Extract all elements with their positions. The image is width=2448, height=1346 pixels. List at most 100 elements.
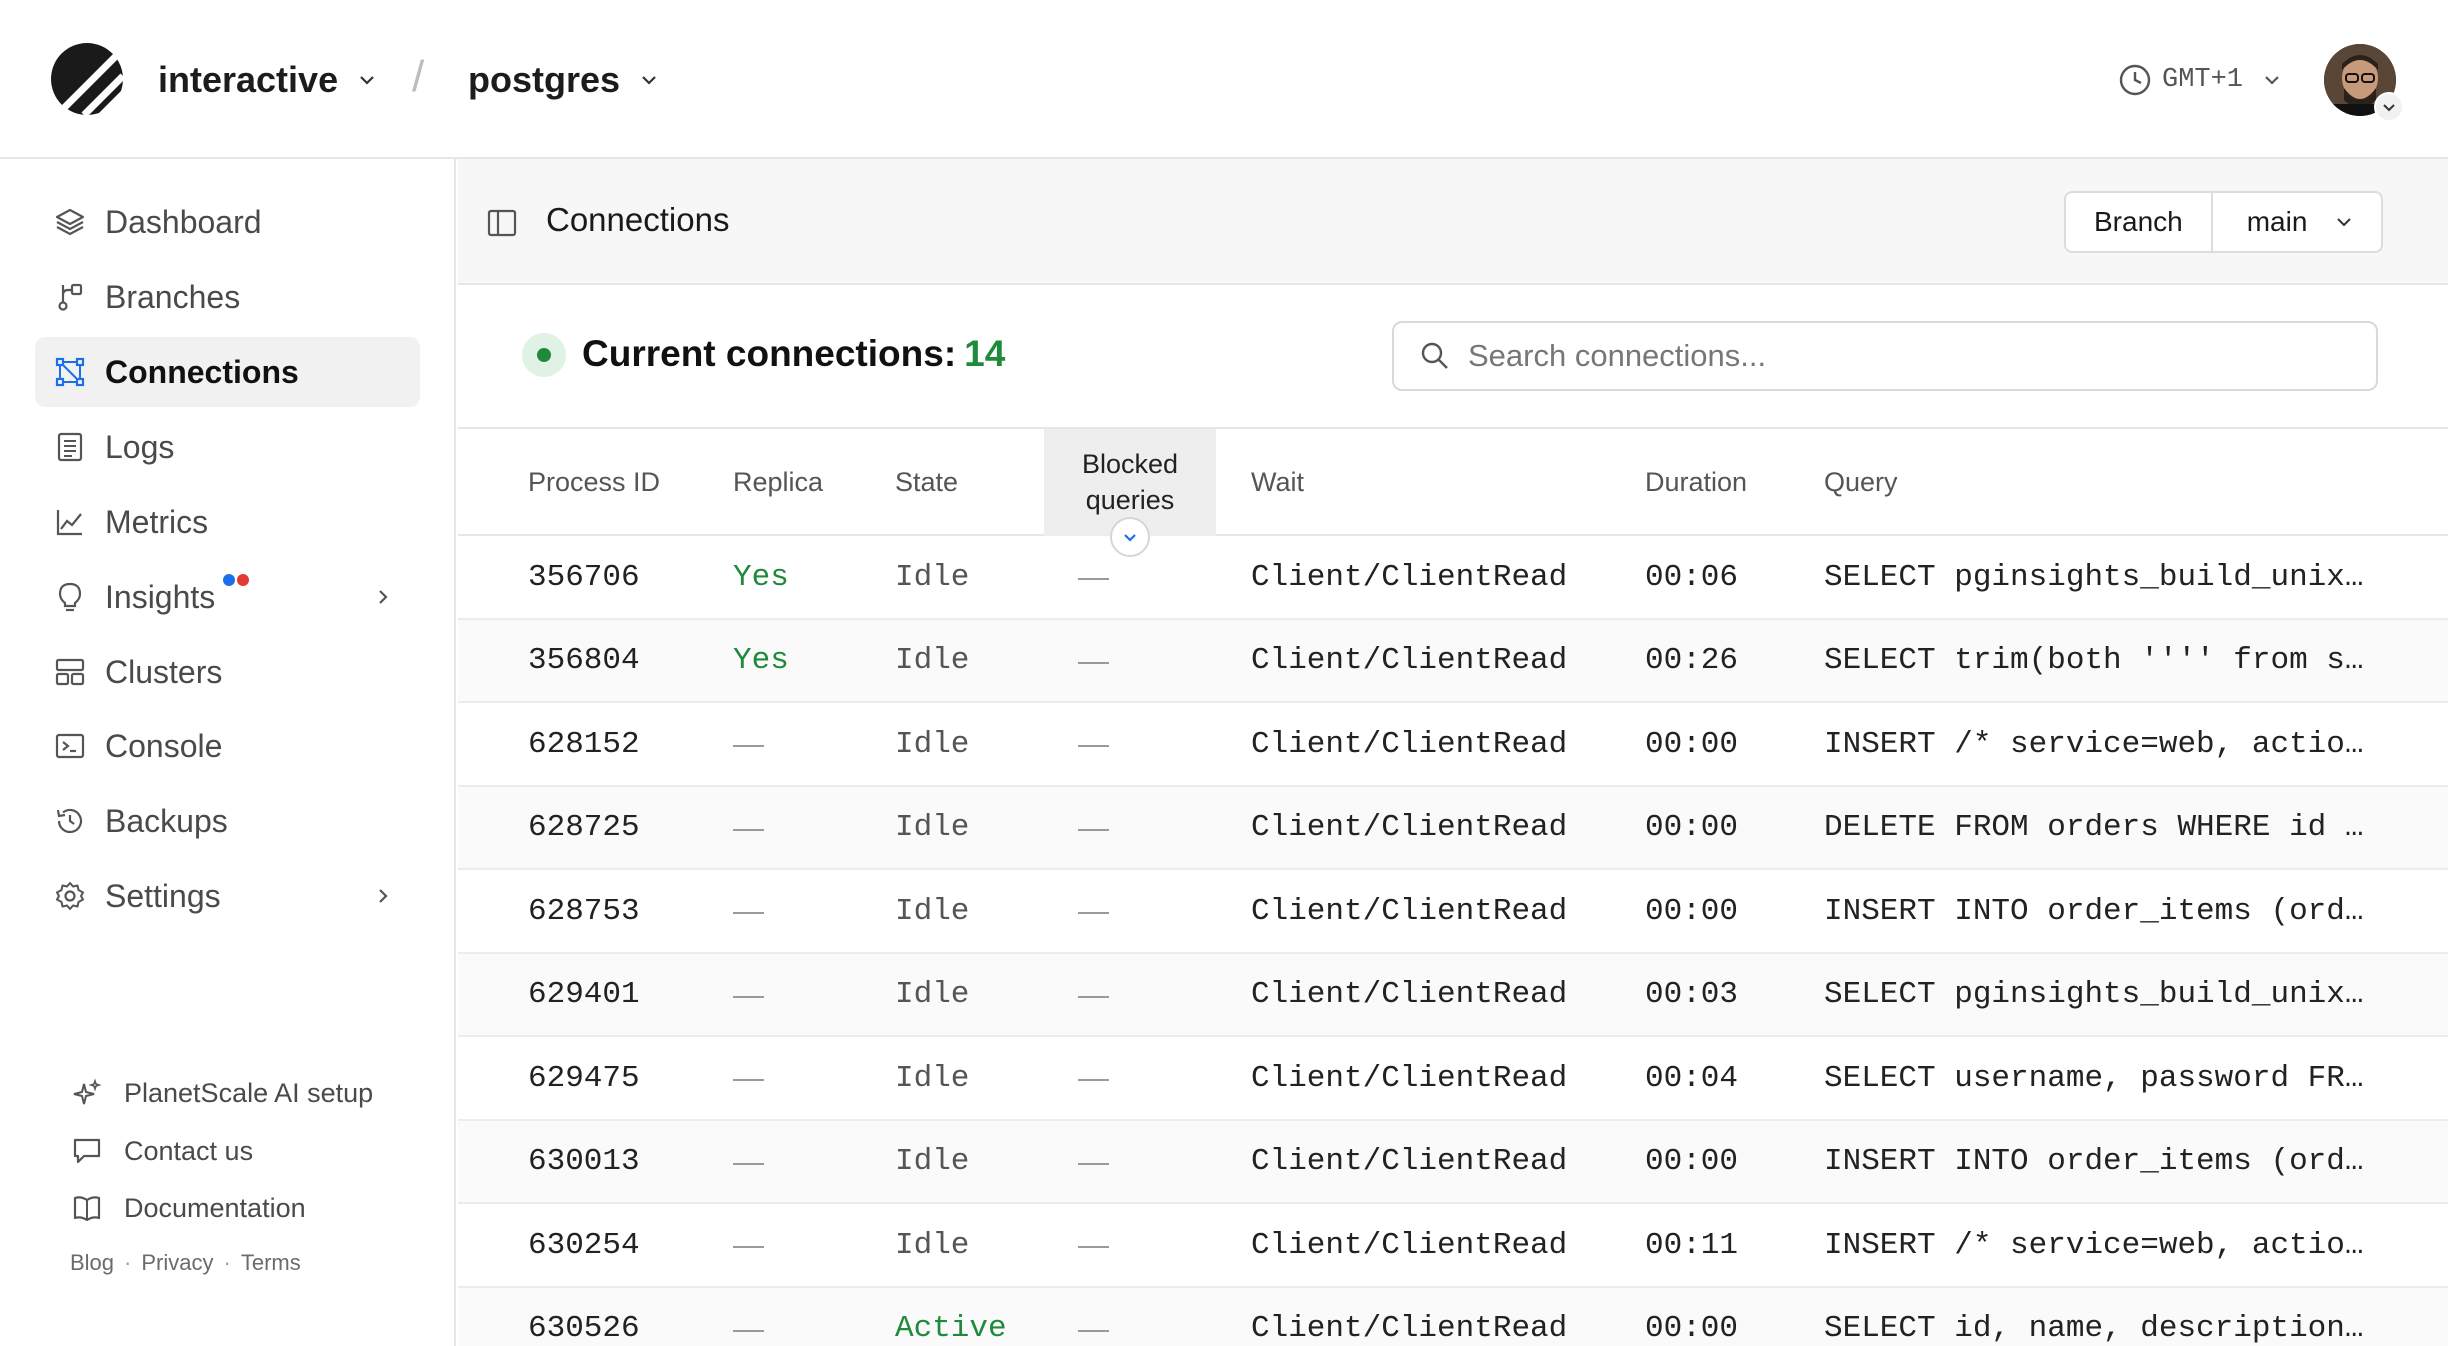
cell-state: Idle [895, 893, 970, 929]
account-menu-toggle[interactable] [2374, 92, 2404, 122]
search-icon [1421, 342, 1448, 369]
sidebar-toggle-icon[interactable] [486, 207, 518, 239]
org-switcher[interactable]: interactive [158, 56, 378, 104]
cell-query: INSERT INTO order_items (ord… [1824, 893, 2364, 929]
cell-query: SELECT pginsights_build_unix… [1824, 977, 2364, 1012]
sidebar-item-metrics[interactable]: Metrics [35, 487, 420, 557]
database-switcher[interactable]: postgres [468, 56, 660, 104]
table-row[interactable]: 629401 — Idle — Client/ClientRead 00:03 SELECT… [458, 953, 2448, 1037]
terms-link[interactable]: Terms [241, 1250, 301, 1276]
legal-separator: · [223, 1250, 231, 1275]
branch-dropdown[interactable]: main [2213, 193, 2381, 251]
timezone-selector[interactable]: GMT+1 [2118, 60, 2283, 100]
ai-setup-link[interactable]: PlanetScale AI setup [70, 1073, 373, 1113]
table-header: Process ID Replica State Blocked queries… [458, 429, 2448, 557]
documentation-label: Documentation [124, 1192, 306, 1223]
column-header-process-id[interactable]: Process ID [528, 429, 660, 536]
cell-blocked-queries: — [1078, 809, 1109, 845]
sidebar-item-label: Console [105, 727, 223, 764]
sidebar-item-backups[interactable]: Backups [35, 786, 420, 856]
blog-link[interactable]: Blog [70, 1250, 114, 1276]
layers-icon [53, 205, 87, 239]
cell-wait: Client/ClientRead [1251, 893, 1568, 929]
table-row[interactable]: 356804 Yes Idle — Client/ClientRead 00:26 SELE… [458, 619, 2448, 703]
connections-summary: Current connections: 14 [458, 285, 2448, 429]
cell-query: INSERT INTO order_items (ord… [1824, 1144, 2364, 1179]
cell-replica: — [733, 976, 764, 1012]
contact-us-link[interactable]: Contact us [70, 1131, 253, 1171]
table-row[interactable]: 628725 — Idle — Client/ClientRead 00:00 DELETE… [458, 786, 2448, 870]
cell-replica: — [733, 809, 764, 845]
column-header-duration[interactable]: Duration [1645, 429, 1747, 536]
search-box[interactable] [1392, 321, 2378, 391]
column-header-query[interactable]: Query [1824, 429, 1898, 536]
privacy-link[interactable]: Privacy [141, 1250, 213, 1276]
column-header-replica[interactable]: Replica [733, 429, 823, 536]
cell-wait: Client/ClientRead [1251, 1144, 1568, 1179]
legal-separator: · [124, 1250, 132, 1275]
cell-blocked-queries: — [1078, 1060, 1109, 1095]
cell-state: Idle [895, 810, 970, 845]
sparkle-icon [70, 1076, 104, 1110]
cell-state: Idle [895, 643, 970, 678]
sidebar-item-clusters[interactable]: Clusters [35, 637, 420, 707]
org-name: interactive [158, 59, 339, 100]
sort-indicator[interactable] [1110, 517, 1150, 557]
cell-state: Idle [895, 977, 970, 1012]
chevron-right-icon [379, 590, 388, 604]
sidebar-item-insights[interactable]: Insights [35, 562, 420, 632]
documentation-link[interactable]: Documentation [70, 1188, 306, 1228]
table-row[interactable]: 630254 — Idle — Client/ClientRead 00:11 INSERT… [458, 1204, 2448, 1288]
sidebar-item-console[interactable]: Console [35, 711, 420, 781]
cell-wait: Client/ClientRead [1251, 977, 1568, 1012]
legal-links: Blog · Privacy · Terms [70, 1250, 301, 1276]
cell-process-id: 628753 [528, 893, 640, 929]
timezone-label: GMT+1 [2162, 65, 2244, 95]
chevron-down-icon [360, 76, 374, 85]
sidebar-item-label: Branches [105, 278, 241, 315]
cell-duration: 00:00 [1645, 1144, 1739, 1179]
cell-process-id: 628725 [528, 810, 640, 845]
sidebar-item-label: Settings [105, 877, 221, 914]
sidebar-item-logs[interactable]: Logs [35, 412, 420, 482]
table-row[interactable]: 628753 — Idle — Client/ClientRead 00:00 INSERT… [458, 870, 2448, 954]
sidebar-item-dashboard[interactable]: Dashboard [35, 187, 420, 257]
column-header-state[interactable]: State [895, 429, 958, 536]
cell-blocked-queries: — [1078, 559, 1109, 594]
table-row[interactable]: 630526 — Active — Client/ClientRead 00:00 SELE… [458, 1287, 2448, 1346]
cell-query: SELECT trim(both '''' from s… [1824, 643, 2364, 678]
column-header-wait[interactable]: Wait [1251, 429, 1304, 536]
backups-icon [53, 804, 87, 838]
search-input[interactable] [1468, 338, 2348, 374]
cell-state: Idle [895, 1227, 970, 1263]
cell-blocked-queries: — [1078, 1310, 1109, 1346]
cell-duration: 00:00 [1645, 893, 1739, 929]
cell-replica: — [733, 893, 764, 928]
sidebar-item-connections[interactable]: Connections [35, 337, 420, 407]
planetscale-logo[interactable] [50, 42, 124, 116]
table-row[interactable]: 630013 — Idle — Client/ClientRead 00:00 INSERT… [458, 1120, 2448, 1204]
cell-wait: Client/ClientRead [1251, 643, 1568, 678]
branch-value: main [2246, 206, 2308, 237]
table-row[interactable]: 356706 Yes Idle — Client/ClientRead 00:06 SELE… [458, 536, 2448, 620]
sidebar-item-label: Metrics [105, 503, 209, 540]
chevron-down-icon [1124, 534, 1136, 542]
sidebar-item-branches[interactable]: Branches [35, 262, 420, 332]
cell-replica: — [733, 1060, 764, 1095]
status-indicator [522, 333, 566, 377]
table-row[interactable]: 629475 — Idle — Client/ClientRead 00:04 SELECT… [458, 1037, 2448, 1121]
cell-query: DELETE FROM orders WHERE id … [1824, 810, 2364, 845]
sidebar-item-label: Insights [105, 578, 216, 615]
cell-duration: 00:00 [1645, 1311, 1739, 1346]
branch-label: Branch [2066, 193, 2213, 251]
cell-replica: Yes [733, 643, 789, 678]
cell-replica: — [733, 1227, 764, 1262]
cell-duration: 00:06 [1645, 559, 1739, 595]
branch-selector[interactable]: Branch main [2064, 191, 2383, 253]
table-row[interactable]: 628152 — Idle — Client/ClientRead 00:00 INSERT… [458, 703, 2448, 787]
connections-table: Process ID Replica State Blocked queries… [458, 429, 2448, 1346]
top-header: interactive / postgres GMT+1 [0, 0, 2448, 159]
cell-duration: 00:00 [1645, 726, 1739, 762]
connections-count-value: 14 [964, 333, 1006, 374]
sidebar-item-settings[interactable]: Settings [35, 861, 420, 931]
